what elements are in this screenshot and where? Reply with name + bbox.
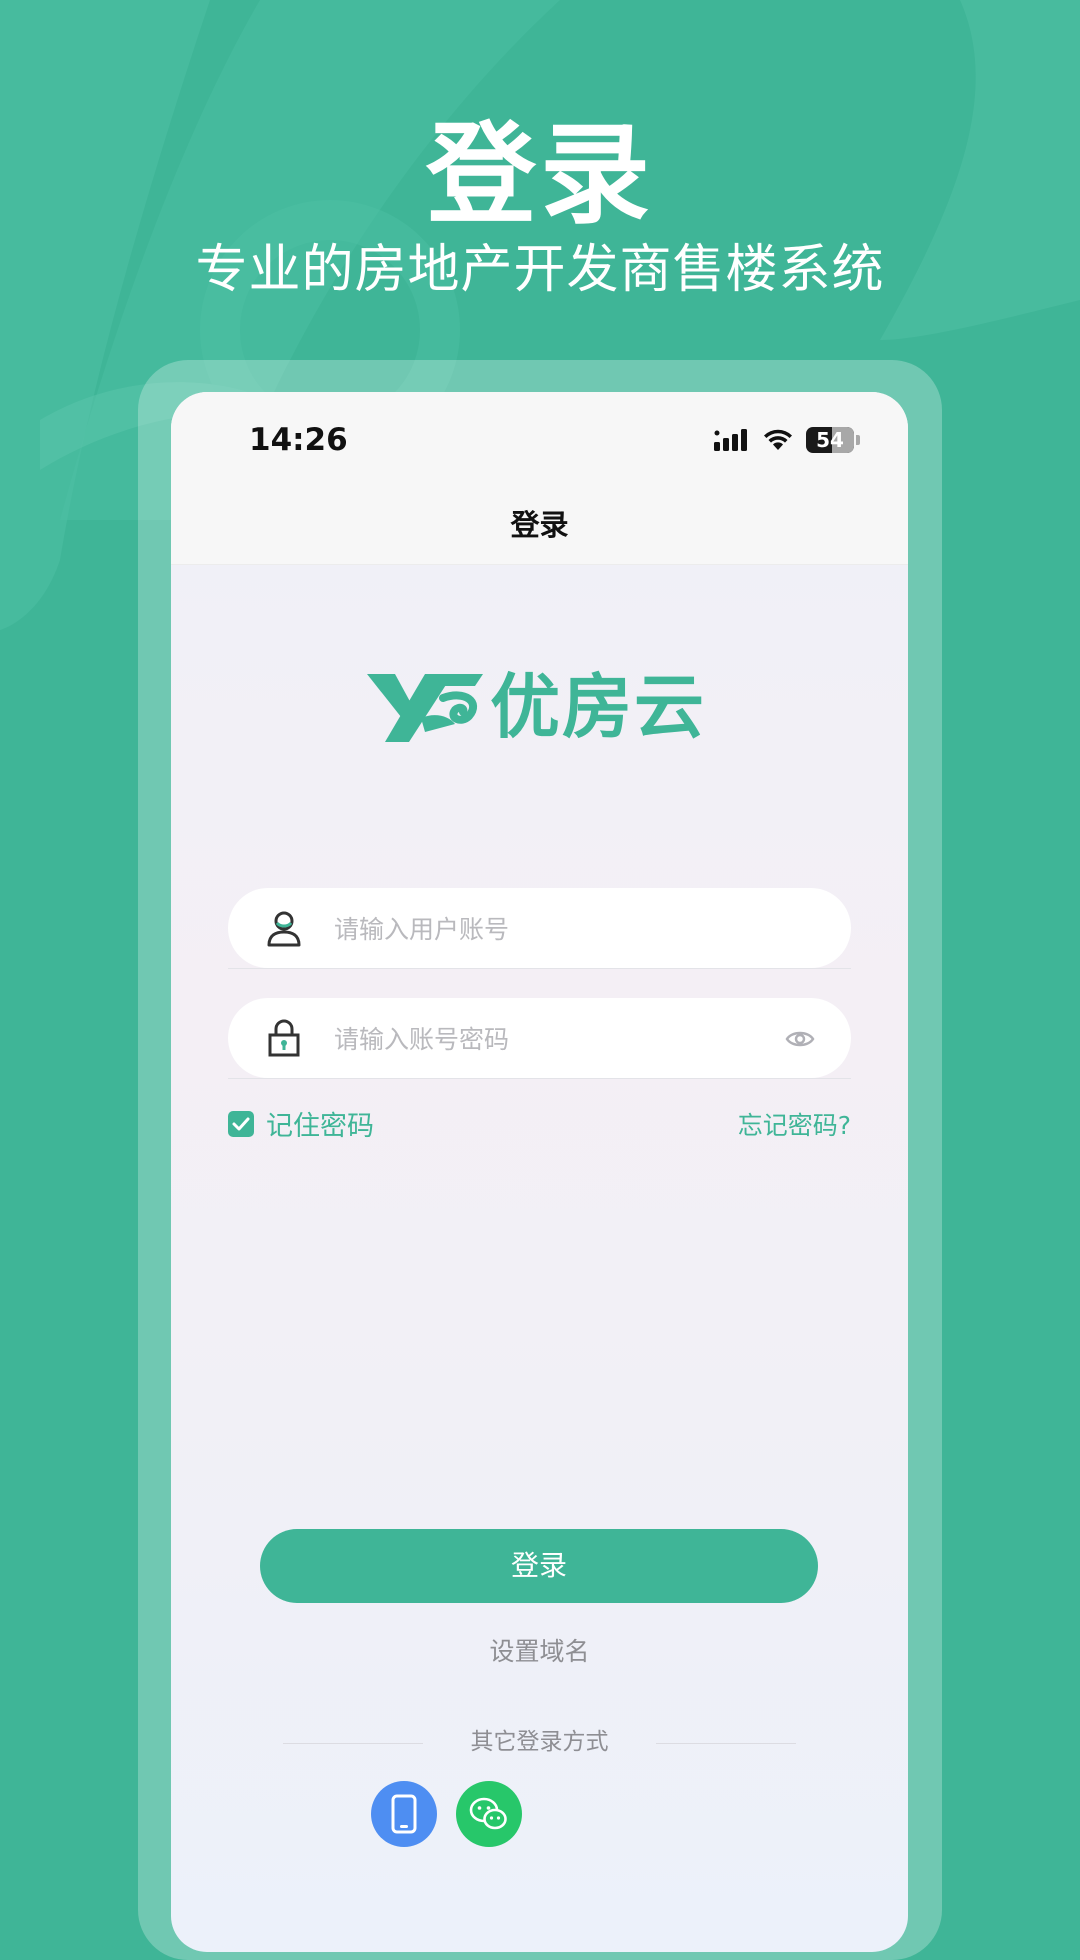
nav-bar: 登录 — [171, 492, 908, 565]
eye-icon[interactable] — [785, 1024, 815, 1054]
status-bar: 14:26 54 — [171, 392, 908, 492]
status-time: 14:26 — [249, 422, 348, 458]
battery-level: 54 — [816, 428, 844, 452]
login-button[interactable]: 登录 — [260, 1529, 818, 1603]
promo-title: 登录 — [426, 111, 654, 239]
forgot-password-link[interactable]: 忘记密码? — [738, 1106, 851, 1142]
signal-icon — [714, 429, 747, 451]
username-underline — [228, 968, 851, 969]
remember-label: 记住密码 — [266, 1111, 374, 1142]
username-input[interactable] — [332, 902, 756, 956]
check-icon — [232, 1117, 250, 1130]
battery-icon: 54 — [806, 427, 854, 453]
lock-icon — [268, 1019, 300, 1057]
wifi-icon — [764, 429, 792, 450]
username-field[interactable] — [228, 888, 851, 968]
nav-title: 登录 — [510, 508, 569, 542]
phone-login-button[interactable] — [371, 1781, 437, 1847]
user-icon — [267, 911, 301, 947]
remember-checkbox[interactable] — [228, 1110, 254, 1137]
battery-tip — [856, 435, 860, 445]
remember-password[interactable]: 记住密码 — [228, 1104, 374, 1143]
password-field[interactable] — [228, 998, 851, 1078]
logo-mark-icon — [367, 674, 483, 742]
divider-right — [656, 1743, 796, 1744]
promo-subtitle: 专业的房地产开发商售楼系统 — [195, 240, 885, 300]
wechat-login-button[interactable] — [456, 1781, 522, 1847]
wechat-icon — [469, 1797, 507, 1830]
app-logo: 优房云 — [365, 662, 715, 752]
logo-text: 优房云 — [490, 666, 706, 748]
password-underline — [228, 1078, 851, 1079]
status-icons: 54 — [714, 426, 860, 454]
set-domain-link[interactable]: 设置域名 — [171, 1632, 908, 1668]
mobile-phone-icon — [391, 1794, 417, 1834]
password-input[interactable] — [332, 1012, 756, 1066]
other-login-label: 其它登录方式 — [470, 1729, 609, 1755]
phone-screen: 14:26 54 登录 优房云 请输入用户账号 记住密码 忘记密码? 登录 设置… — [171, 392, 908, 1952]
